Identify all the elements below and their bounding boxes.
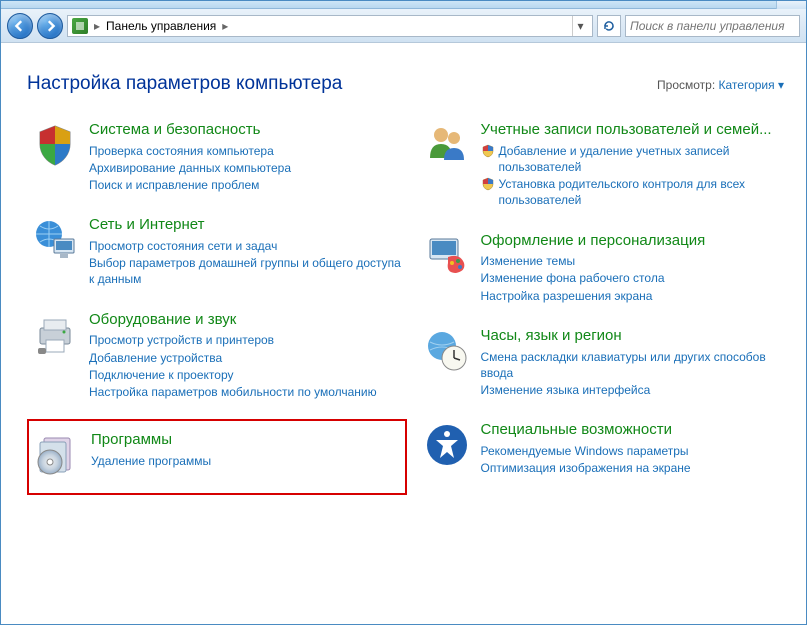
sublink[interactable]: Настройка разрешения экрана (481, 288, 795, 304)
sublink[interactable]: Просмотр устройств и принтеров (89, 332, 403, 348)
sublink[interactable]: Поиск и исправление проблем (89, 177, 403, 193)
address-dropdown[interactable]: ▾ (572, 16, 588, 36)
back-button[interactable] (7, 13, 33, 39)
shield-multicolor-icon (31, 121, 79, 169)
category-title[interactable]: Программы (91, 431, 401, 450)
sublink[interactable]: Смена раскладки клавиатуры или других сп… (481, 349, 795, 381)
view-dropdown[interactable]: Категория ▾ (719, 78, 784, 92)
users-icon (423, 121, 471, 169)
search-input[interactable] (625, 15, 800, 37)
uac-shield-icon (481, 177, 495, 191)
titlebar (1, 1, 806, 9)
category-title[interactable]: Часы, язык и регион (481, 327, 795, 346)
sublink[interactable]: Просмотр состояния сети и задач (89, 238, 403, 254)
breadcrumb-sep: ▸ (220, 19, 230, 33)
breadcrumb-sep: ▸ (92, 19, 102, 33)
minimize-button[interactable] (776, 1, 806, 9)
navbar: ▸ Панель управления ▸ ▾ (1, 9, 806, 43)
sublink[interactable]: Изменение темы (481, 253, 795, 269)
page-title: Настройка параметров компьютера (27, 73, 342, 95)
sublink[interactable]: Рекомендуемые Windows параметры (481, 443, 795, 459)
sublink[interactable]: Архивирование данных компьютера (89, 160, 403, 176)
breadcrumb-root[interactable]: Панель управления (106, 19, 216, 33)
forward-button[interactable] (37, 13, 63, 39)
category-title[interactable]: Оборудование и звук (89, 311, 403, 330)
control-panel-window: ▸ Панель управления ▸ ▾ Настройка параме… (0, 0, 807, 625)
sublink[interactable]: Изменение фона рабочего стола (481, 270, 795, 286)
left-column: Система и безопасность Проверка состояни… (27, 117, 407, 503)
printer-icon (31, 311, 79, 359)
uac-shield-icon (481, 144, 495, 158)
programs-disc-icon (33, 431, 81, 479)
sublink[interactable]: Подключение к проектору (89, 367, 403, 383)
category-system-security: Система и безопасность Проверка состояни… (27, 117, 407, 198)
header-row: Настройка параметров компьютера Просмотр… (27, 73, 798, 95)
globe-monitor-icon (31, 216, 79, 264)
category-network: Сеть и Интернет Просмотр состояния сети … (27, 212, 407, 292)
category-title[interactable]: Оформление и персонализация (481, 232, 795, 251)
sublink[interactable]: Добавление устройства (89, 350, 403, 366)
category-title[interactable]: Учетные записи пользователей и семей... (481, 121, 795, 140)
address-bar[interactable]: ▸ Панель управления ▸ ▾ (67, 15, 593, 37)
sublink[interactable]: Изменение языка интерфейса (481, 382, 795, 398)
category-programs: Программы Удаление программы (27, 419, 407, 495)
category-accessibility: Специальные возможности Рекомендуемые Wi… (419, 417, 799, 481)
sublink[interactable]: Установка родительского контроля для все… (481, 176, 795, 208)
right-column: Учетные записи пользователей и семей... … (419, 117, 799, 503)
category-hardware: Оборудование и звук Просмотр устройств и… (27, 307, 407, 406)
sublink[interactable]: Проверка состояния компьютера (89, 143, 403, 159)
sublink[interactable]: Оптимизация изображения на экране (481, 460, 795, 476)
sublink[interactable]: Настройка параметров мобильности по умол… (89, 384, 403, 400)
category-columns: Система и безопасность Проверка состояни… (27, 117, 798, 503)
sublink[interactable]: Добавление и удаление учетных записей по… (481, 143, 795, 175)
category-users: Учетные записи пользователей и семей... … (419, 117, 799, 214)
category-appearance: Оформление и персонализация Изменение те… (419, 228, 799, 309)
category-clock-region: Часы, язык и регион Смена раскладки клав… (419, 323, 799, 403)
refresh-button[interactable] (597, 15, 621, 37)
category-title[interactable]: Специальные возможности (481, 421, 795, 440)
category-title[interactable]: Сеть и Интернет (89, 216, 403, 235)
view-by: Просмотр: Категория ▾ (657, 78, 784, 92)
sublink[interactable]: Выбор параметров домашней группы и общег… (89, 255, 403, 287)
category-title[interactable]: Система и безопасность (89, 121, 403, 140)
control-panel-icon (72, 18, 88, 34)
monitor-palette-icon (423, 232, 471, 280)
clock-globe-icon (423, 327, 471, 375)
accessibility-icon (423, 421, 471, 469)
content-area: Настройка параметров компьютера Просмотр… (3, 45, 804, 622)
sublink[interactable]: Удаление программы (91, 453, 401, 469)
